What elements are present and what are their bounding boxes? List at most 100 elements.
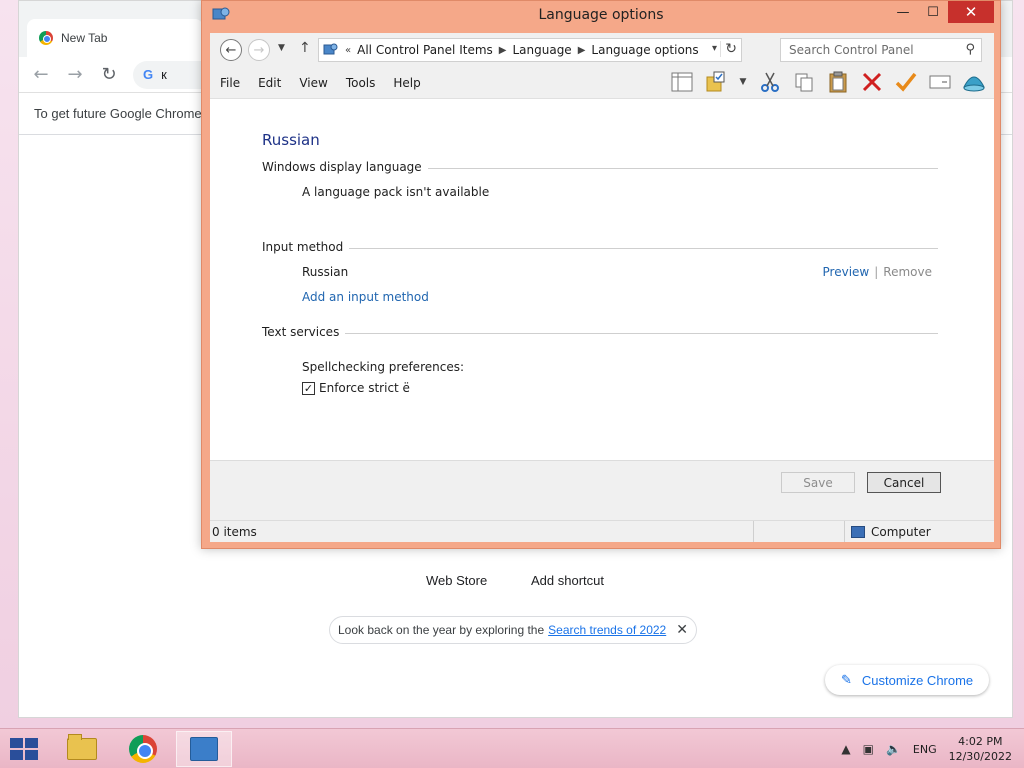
breadcrumb-all-items[interactable]: All Control Panel Items xyxy=(357,43,493,57)
divider xyxy=(262,248,938,249)
window-body: ← → ▼ ↑ « All Control Panel Items ▶ Lang… xyxy=(210,33,994,542)
menu-help[interactable]: Help xyxy=(384,76,429,90)
forward-button[interactable]: → xyxy=(248,39,270,61)
show-hidden-icons-icon[interactable]: ▲ xyxy=(841,742,850,756)
close-icon[interactable]: ✕ xyxy=(676,621,688,638)
ntp-web-store-link[interactable]: Web Store xyxy=(426,573,487,588)
globe-icon[interactable] xyxy=(962,70,986,94)
search-trends-link[interactable]: Search trends of 2022 xyxy=(548,623,666,637)
clock[interactable]: 4:02 PM 12/30/2022 xyxy=(949,734,1012,764)
chevron-down-icon[interactable]: ▼ xyxy=(738,70,748,94)
spellcheck-label: Spellchecking preferences: xyxy=(302,360,464,374)
window-title: Language options xyxy=(538,7,664,23)
windows-logo-icon xyxy=(25,738,38,748)
volume-icon[interactable]: 🔈 xyxy=(886,742,901,756)
delete-icon[interactable] xyxy=(860,70,884,94)
google-g-icon: G xyxy=(143,67,154,82)
checkbox-checked-icon[interactable]: ✓ xyxy=(302,381,315,395)
ntp-add-shortcut-link[interactable]: Add shortcut xyxy=(531,573,604,588)
breadcrumb-language[interactable]: Language xyxy=(512,43,571,57)
address-bar[interactable]: « All Control Panel Items ▶ Language ▶ L… xyxy=(318,38,742,62)
chrome-reload-icon[interactable]: ↻ xyxy=(99,64,119,85)
breadcrumb-separator-icon[interactable]: ▶ xyxy=(499,45,507,56)
command-toolbar: ▼ xyxy=(670,70,986,94)
copy-icon[interactable] xyxy=(792,70,816,94)
properties-folder-icon[interactable] xyxy=(704,70,728,94)
language-pack-status: A language pack isn't available xyxy=(302,185,490,199)
chrome-tab-new-tab[interactable]: New Tab xyxy=(27,19,203,57)
content-pane: Russian Windows display language A langu… xyxy=(210,99,994,460)
divider xyxy=(262,333,938,334)
menu-bar: File Edit View Tools Help ▼ xyxy=(210,67,994,99)
text-services-section: Text services xyxy=(262,325,938,341)
omnibox-text: к xyxy=(161,67,167,82)
menu-view[interactable]: View xyxy=(290,76,336,90)
address-dropdown-icon[interactable]: ▾ xyxy=(712,43,717,54)
input-method-section: Input method xyxy=(262,240,938,256)
control-panel-icon xyxy=(190,737,218,761)
input-language-indicator[interactable]: ENG xyxy=(913,743,937,756)
title-bar[interactable]: Language options — ☐ ✕ xyxy=(202,1,1000,33)
checkbox-label[interactable]: Enforce strict ё xyxy=(319,381,410,395)
recent-locations-icon[interactable]: ▼ xyxy=(278,43,285,53)
breadcrumb-language-options[interactable]: Language options xyxy=(591,43,698,57)
input-method-heading: Input method xyxy=(262,240,350,254)
input-method-name: Russian xyxy=(302,265,349,279)
refresh-icon[interactable]: ↻ xyxy=(720,41,737,57)
enforce-strict-yo-checkbox[interactable]: ✓ Enforce strict ё xyxy=(302,381,410,395)
menu-file[interactable]: File xyxy=(210,76,249,90)
display-language-heading: Windows display language xyxy=(262,160,428,174)
language-options-window: Language options — ☐ ✕ ← → ▼ ↑ « All Con… xyxy=(201,0,1001,549)
search-control-panel-input[interactable]: Search Control Panel ⚲ xyxy=(780,38,982,62)
chrome-back-icon[interactable]: ← xyxy=(31,64,51,85)
display-language-section: Windows display language xyxy=(262,160,938,176)
trend-prefix: Look back on the year by exploring the xyxy=(338,623,545,637)
customize-chrome-label: Customize Chrome xyxy=(861,672,974,688)
breadcrumb-separator-icon[interactable]: ▶ xyxy=(578,45,586,56)
link-separator: | xyxy=(874,265,879,279)
save-button[interactable]: Save xyxy=(781,472,855,493)
cancel-button[interactable]: Cancel xyxy=(867,472,941,493)
input-method-actions: Preview | Remove xyxy=(823,265,932,279)
language-title: Russian xyxy=(262,131,320,149)
taskbar: ▲ ▣ 🔈 ENG 4:02 PM 12/30/2022 xyxy=(0,728,1024,768)
computer-icon xyxy=(851,525,865,538)
network-icon[interactable]: ▣ xyxy=(863,742,874,756)
cut-icon[interactable] xyxy=(758,70,782,94)
address-row: ← → ▼ ↑ « All Control Panel Items ▶ Lang… xyxy=(210,33,994,67)
add-input-method-link[interactable]: Add an input method xyxy=(302,290,429,304)
remove-link[interactable]: Remove xyxy=(883,265,932,279)
chrome-tab-title: New Tab xyxy=(61,31,108,45)
check-icon[interactable] xyxy=(894,70,918,94)
taskbar-file-explorer[interactable] xyxy=(54,731,110,767)
dialog-footer: Save Cancel xyxy=(210,460,994,520)
minimize-button[interactable]: — xyxy=(888,1,918,23)
layout-icon[interactable] xyxy=(670,70,694,94)
text-services-heading: Text services xyxy=(262,325,346,339)
back-button[interactable]: ← xyxy=(220,39,242,61)
search-trends-chip: Look back on the year by exploring the S… xyxy=(329,616,697,644)
up-button[interactable]: ↑ xyxy=(299,40,311,56)
clock-time: 4:02 PM xyxy=(958,735,1003,748)
chrome-forward-icon[interactable]: → xyxy=(65,64,85,85)
start-button[interactable] xyxy=(10,738,38,760)
address-overflow[interactable]: « xyxy=(345,45,351,56)
taskbar-chrome[interactable] xyxy=(115,731,171,767)
pencil-icon: ✎ xyxy=(841,672,852,687)
close-button[interactable]: ✕ xyxy=(948,1,994,23)
item-count: 0 items xyxy=(210,521,754,542)
menu-tools[interactable]: Tools xyxy=(337,76,385,90)
preview-link[interactable]: Preview xyxy=(823,265,870,279)
windows-logo-icon xyxy=(10,750,23,760)
menu-edit[interactable]: Edit xyxy=(249,76,290,90)
customize-chrome-button[interactable]: ✎ Customize Chrome xyxy=(825,665,989,695)
maximize-button[interactable]: ☐ xyxy=(918,1,948,23)
clock-date: 12/30/2022 xyxy=(948,750,1012,763)
search-icon[interactable]: ⚲ xyxy=(965,42,975,57)
status-location-label: Computer xyxy=(871,524,931,539)
taskbar-control-panel[interactable] xyxy=(176,731,232,767)
windows-logo-icon xyxy=(25,750,38,760)
infobar-text: To get future Google Chrome xyxy=(34,106,202,121)
rename-icon[interactable] xyxy=(928,70,952,94)
paste-icon[interactable] xyxy=(826,70,850,94)
